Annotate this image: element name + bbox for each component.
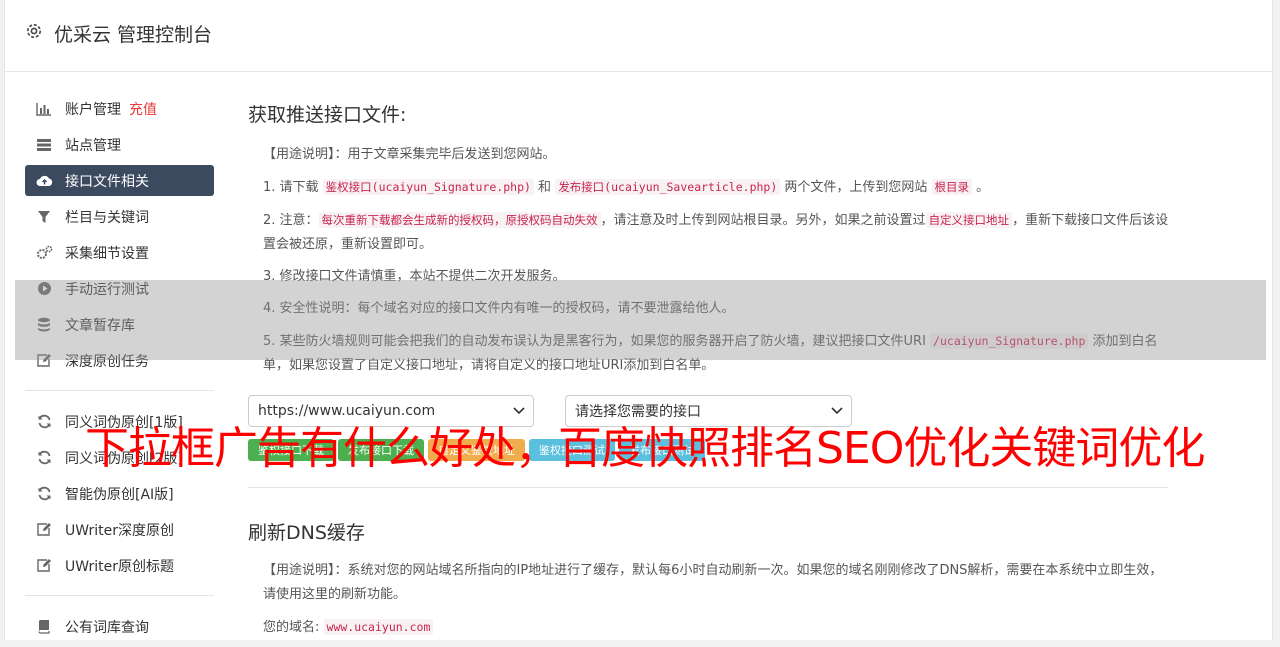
text: 和 bbox=[533, 180, 556, 195]
gray-overlay-band bbox=[15, 280, 1266, 360]
sidebar: 账户管理 充值 站点管理 接口文件相关 栏目与关键词 采集细节设置 手动运行测试 文章暂存库深… bbox=[25, 93, 214, 647]
edit-icon bbox=[35, 558, 53, 574]
text: 2. 注意： bbox=[263, 213, 319, 228]
cogs-icon bbox=[35, 245, 53, 261]
usage-text: 【用途说明】：用于文章采集完毕后发送到您网站。 bbox=[263, 147, 556, 162]
sidebar-item-label: 采集细节设置 bbox=[65, 245, 149, 262]
sidebar-item-label: 账户管理 bbox=[65, 101, 121, 118]
domain-label: 您的域名: bbox=[263, 620, 324, 635]
code-warning: 每次重新下载都会生成新的授权码，原授权码自动失效 bbox=[318, 212, 601, 228]
refresh-icon bbox=[35, 486, 53, 502]
sidebar-item-label: 智能伪原创[AI版] bbox=[65, 486, 174, 503]
sidebar-item-group1-3[interactable]: 栏目与关键词 bbox=[25, 201, 214, 232]
section-title-dns: 刷新DNS缓存 bbox=[248, 522, 365, 544]
text: 。 bbox=[972, 180, 990, 195]
bar-chart-icon bbox=[35, 101, 53, 117]
top-bar: 优采云 管理控制台 bbox=[5, 0, 1272, 72]
text: 两个文件，上传到您网站 bbox=[780, 180, 932, 195]
filter-icon bbox=[35, 209, 53, 225]
text: ，请注意及时上传到网站根目录。另外，如果之前设置过 bbox=[600, 213, 926, 228]
domain-row: 您的域名: www.ucaiyun.com bbox=[263, 615, 1168, 640]
sidebar-item-group1-4[interactable]: 采集细节设置 bbox=[25, 237, 214, 268]
divider bbox=[25, 595, 214, 596]
code-root: 根目录 bbox=[931, 179, 973, 195]
sidebar-item-label: 栏目与关键词 bbox=[65, 209, 149, 226]
text: 1. 请下载 bbox=[263, 180, 323, 195]
recharge-link[interactable]: 充值 bbox=[129, 99, 157, 119]
refresh-icon bbox=[35, 414, 53, 430]
sidebar-item-group1-0[interactable]: 账户管理 充值 bbox=[25, 93, 214, 124]
code-signature: 鉴权接口(ucaiyun_Signature.php) bbox=[322, 179, 534, 195]
book-icon bbox=[35, 619, 53, 635]
section-title-interface-files: 获取推送接口文件: bbox=[248, 104, 407, 126]
sidebar-item-group2-3[interactable]: UWriter深度原创 bbox=[25, 514, 214, 545]
ad-banner-text: 下拉框广告有什么好处，百度快照排名SEO优化关键词优化 bbox=[85, 423, 1205, 474]
sidebar-item-label: 接口文件相关 bbox=[65, 173, 149, 190]
dns-section: 刷新DNS缓存 【用途说明】：系统对您的网站域名所指向的IP地址进行了缓存，默认… bbox=[248, 518, 1168, 640]
sidebar-item-label: 公有词库查询 bbox=[65, 619, 149, 636]
refresh-icon bbox=[35, 450, 53, 466]
edit-icon bbox=[35, 522, 53, 538]
dns-usage-text: 【用途说明】：系统对您的网站域名所指向的IP地址进行了缓存，默认每6小时自动刷新… bbox=[263, 563, 1163, 602]
sidebar-item-group1-1[interactable]: 站点管理 bbox=[25, 129, 214, 160]
code-custom-url: 自定义接口地址 bbox=[925, 212, 1013, 228]
instruction-1: 1. 请下载 鉴权接口(ucaiyun_Signature.php) 和 发布接… bbox=[263, 175, 1178, 200]
code-savearticle: 发布接口(ucaiyun_Savearticle.php) bbox=[555, 179, 781, 195]
sidebar-item-label: UWriter原创标题 bbox=[65, 558, 174, 575]
sidebar-item-label: 站点管理 bbox=[65, 137, 121, 154]
divider bbox=[248, 487, 1168, 488]
instruction-2: 2. 注意： 每次重新下载都会生成新的授权码，原授权码自动失效 ，请注意及时上传到网… bbox=[263, 208, 1178, 257]
gear-icon[interactable] bbox=[25, 22, 43, 44]
divider bbox=[25, 390, 214, 391]
page-title: 优采云 管理控制台 bbox=[54, 24, 213, 46]
sidebar-item-group1-2[interactable]: 接口文件相关 bbox=[25, 165, 214, 196]
sidebar-item-group2-2[interactable]: 智能伪原创[AI版] bbox=[25, 478, 214, 509]
domain-value: www.ucaiyun.com bbox=[323, 619, 434, 635]
sidebar-item-group2-4[interactable]: UWriter原创标题 bbox=[25, 550, 214, 581]
cloud-upload-icon bbox=[35, 173, 53, 189]
sidebar-item-group3-0[interactable]: 公有词库查询 bbox=[25, 611, 214, 642]
server-icon bbox=[35, 137, 53, 153]
sidebar-item-label: UWriter深度原创 bbox=[65, 522, 174, 539]
